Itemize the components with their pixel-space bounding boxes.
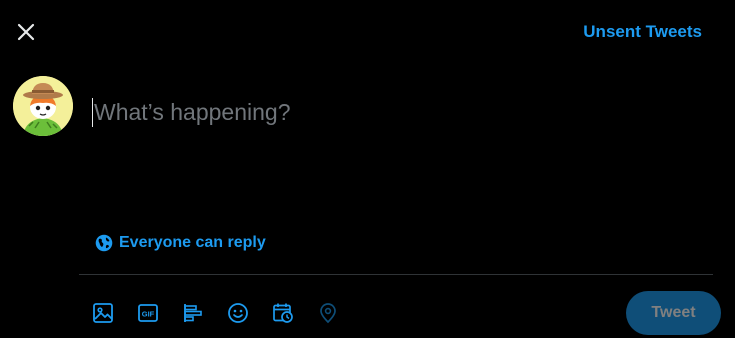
add-emoji-button[interactable] bbox=[226, 301, 250, 325]
close-icon bbox=[17, 23, 35, 41]
schedule-button[interactable] bbox=[271, 301, 295, 325]
globe-icon bbox=[95, 234, 113, 252]
poll-icon bbox=[184, 304, 202, 322]
location-icon bbox=[320, 303, 336, 324]
unsent-tweets-link[interactable]: Unsent Tweets bbox=[583, 22, 702, 42]
avatar-illustration bbox=[13, 76, 73, 136]
tweet-text-input[interactable]: What’s happening? bbox=[92, 95, 692, 129]
tweet-button[interactable]: Tweet bbox=[626, 291, 721, 335]
reply-setting-label: Everyone can reply bbox=[119, 234, 266, 251]
svg-text:GIF: GIF bbox=[142, 310, 155, 319]
divider bbox=[79, 274, 713, 275]
tweet-input-placeholder: What’s happening? bbox=[94, 98, 291, 125]
reply-setting-button[interactable]: Everyone can reply bbox=[95, 234, 266, 252]
compose-tweet-dialog: Unsent Tweets What’s happening? Everyone… bbox=[0, 0, 735, 338]
compose-toolbar: GIF bbox=[91, 301, 361, 325]
text-caret bbox=[92, 97, 93, 127]
add-gif-button[interactable]: GIF bbox=[136, 301, 160, 325]
add-poll-button[interactable] bbox=[181, 301, 205, 325]
media-icon bbox=[93, 303, 113, 323]
add-location-button[interactable] bbox=[316, 301, 340, 325]
add-media-button[interactable] bbox=[91, 301, 115, 325]
gif-icon: GIF bbox=[138, 304, 158, 322]
avatar[interactable] bbox=[13, 76, 73, 136]
schedule-icon bbox=[273, 303, 293, 323]
emoji-icon bbox=[228, 303, 248, 323]
close-button[interactable] bbox=[13, 19, 39, 45]
